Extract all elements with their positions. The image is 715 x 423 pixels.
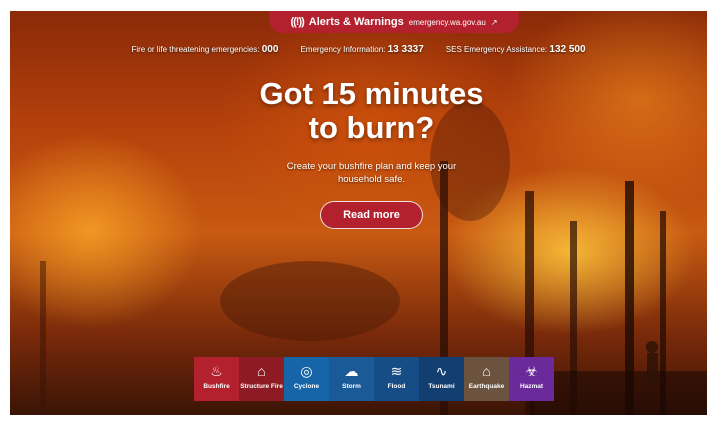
hero-banner: ((!)) Alerts & Warnings emergency.wa.gov… <box>10 11 707 415</box>
flame-icon: ♨ <box>210 363 223 379</box>
hazard-tile-hazmat[interactable]: ☣ Hazmat <box>509 357 554 401</box>
emergency-contacts: Fire or life threatening emergencies: 00… <box>10 44 707 55</box>
hazard-tiles: ♨ Bushfire ⌂ Structure Fire ◎ Cyclone ☁ … <box>194 357 554 401</box>
hazard-tile-storm[interactable]: ☁ Storm <box>329 357 374 401</box>
hazard-tile-structure-fire[interactable]: ⌂ Structure Fire <box>239 357 284 401</box>
flood-waves-icon: ≋ <box>390 363 403 379</box>
contact-emergency: Fire or life threatening emergencies: 00… <box>131 44 279 55</box>
contact-ses-assistance: SES Emergency Assistance: 132 500 <box>445 44 586 55</box>
hero-subtitle: Create your bushfire plan and keep your … <box>286 161 457 185</box>
alerts-url: emergency.wa.gov.au <box>408 17 486 27</box>
hero-title: Got 15 minutes to burn? <box>259 76 484 145</box>
hazard-tile-earthquake[interactable]: ⌂ Earthquake <box>464 357 509 401</box>
earthquake-house-icon: ⌂ <box>482 363 491 379</box>
storm-cloud-icon: ☁ <box>344 363 359 379</box>
hazard-tile-bushfire[interactable]: ♨ Bushfire <box>194 357 239 401</box>
hazard-tile-flood[interactable]: ≋ Flood <box>374 357 419 401</box>
house-fire-icon: ⌂ <box>257 363 266 379</box>
wave-icon: ∿ <box>435 363 448 379</box>
external-link-icon: ↗ <box>490 17 498 27</box>
read-more-button[interactable]: Read more <box>320 201 423 229</box>
contact-emergency-information: Emergency Information: 13 3337 <box>300 44 424 55</box>
alerts-warnings-bar[interactable]: ((!)) Alerts & Warnings emergency.wa.gov… <box>269 11 519 33</box>
alert-broadcast-icon: ((!)) <box>290 16 304 28</box>
alerts-title: Alerts & Warnings <box>308 16 404 28</box>
cyclone-icon: ◎ <box>300 363 313 379</box>
hazard-tile-cyclone[interactable]: ◎ Cyclone <box>284 357 329 401</box>
biohazard-icon: ☣ <box>525 363 538 379</box>
hazard-tile-tsunami[interactable]: ∿ Tsunami <box>419 357 464 401</box>
